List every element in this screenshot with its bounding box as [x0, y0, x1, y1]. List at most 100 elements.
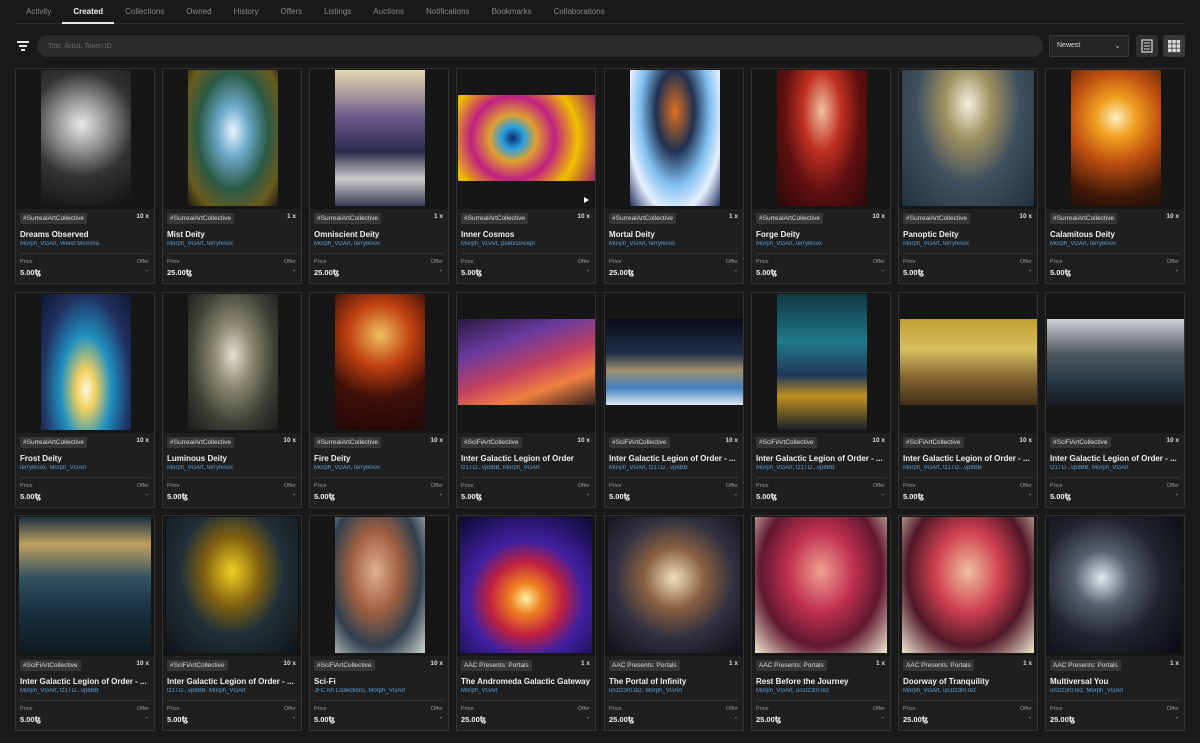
- token-card[interactable]: AAC Presents: Portals 1 x Multiversal You u…: [1045, 515, 1185, 731]
- collection-tag[interactable]: AAC Presents: Portals: [609, 660, 680, 671]
- token-title[interactable]: Inter Galactic Legion of Order - ...: [167, 677, 299, 686]
- token-artwork[interactable]: [899, 516, 1037, 656]
- token-artwork[interactable]: [457, 69, 595, 209]
- token-artwork[interactable]: [310, 516, 448, 656]
- token-card[interactable]: #SciFiArtCollective 10 x Inter Galactic Le…: [751, 292, 891, 508]
- token-card[interactable]: #SurrealArtCollective 10 x Panoptic Deity M…: [898, 68, 1038, 284]
- artist-links[interactable]: Morph_VGArt: [461, 688, 593, 694]
- token-card[interactable]: AAC Presents: Portals 1 x The Andromeda Ga…: [456, 515, 596, 731]
- artist-links[interactable]: un1tz3r0.tez, Morph_VGArt: [1050, 688, 1182, 694]
- collection-tag[interactable]: #SurrealArtCollective: [903, 213, 971, 224]
- token-title[interactable]: Inter Galactic Legion of Order - ...: [20, 677, 152, 686]
- collection-tag[interactable]: AAC Presents: Portals: [461, 660, 532, 671]
- token-artwork[interactable]: [16, 293, 154, 433]
- artist-links[interactable]: Morph_VGArt, tz1TD...vp8BB: [903, 465, 1035, 471]
- artist-links[interactable]: tz1TD...vp8BB, Morph_VGArt: [167, 688, 299, 694]
- search-input[interactable]: [37, 35, 1043, 57]
- token-title[interactable]: Sci-Fi: [314, 677, 446, 686]
- token-title[interactable]: Forge Deity: [756, 230, 888, 239]
- token-card[interactable]: #SurrealArtCollective 10 x Dreams Observed…: [15, 68, 155, 284]
- filter-icon[interactable]: [16, 39, 30, 53]
- token-artwork[interactable]: [899, 293, 1037, 433]
- token-artwork[interactable]: [1046, 293, 1184, 433]
- token-card[interactable]: #SurrealArtCollective 10 x Calamitous Deit…: [1045, 68, 1185, 284]
- token-artwork[interactable]: [310, 69, 448, 209]
- artist-links[interactable]: Morph_VGArt, terrylknox: [167, 241, 299, 247]
- collection-tag[interactable]: AAC Presents: Portals: [756, 660, 827, 671]
- artist-links[interactable]: un1tz3r0.tez, Morph_VGArt: [609, 688, 741, 694]
- token-title[interactable]: Mist Deity: [167, 230, 299, 239]
- collection-tag[interactable]: #SciFiArtCollective: [756, 437, 817, 448]
- token-artwork[interactable]: [16, 516, 154, 656]
- token-card[interactable]: #SurrealArtCollective 1 x Omniscient Deity…: [309, 68, 449, 284]
- tab-history[interactable]: History: [223, 0, 270, 24]
- token-artwork[interactable]: [752, 516, 890, 656]
- token-artwork[interactable]: [605, 293, 743, 433]
- token-card[interactable]: #SciFiArtCollective 10 x Inter Galactic Le…: [604, 292, 744, 508]
- token-card[interactable]: #SurrealArtCollective 10 x Luminous Deity M…: [162, 292, 302, 508]
- artist-links[interactable]: Morph_VGArt, terrylknox: [314, 241, 446, 247]
- collection-tag[interactable]: #SciFiArtCollective: [903, 437, 964, 448]
- collection-tag[interactable]: #SciFiArtCollective: [167, 660, 228, 671]
- collection-tag[interactable]: #SurrealArtCollective: [314, 213, 382, 224]
- sort-dropdown[interactable]: Newest ⌄: [1049, 35, 1129, 57]
- token-artwork[interactable]: [605, 516, 743, 656]
- token-artwork[interactable]: [899, 69, 1037, 209]
- token-title[interactable]: Omniscient Deity: [314, 230, 446, 239]
- token-artwork[interactable]: [457, 293, 595, 433]
- token-artwork[interactable]: [457, 516, 595, 656]
- token-artwork[interactable]: [163, 516, 301, 656]
- tab-auctions[interactable]: Auctions: [362, 0, 415, 24]
- token-title[interactable]: Frost Deity: [20, 454, 152, 463]
- artist-links[interactable]: Morph_VGArt, poeticoncept: [461, 241, 593, 247]
- collection-tag[interactable]: #SciFiArtCollective: [314, 660, 375, 671]
- collection-tag[interactable]: #SciFiArtCollective: [461, 437, 522, 448]
- token-card[interactable]: #SurrealArtCollective 1 x Mist Deity Morph_…: [162, 68, 302, 284]
- collection-tag[interactable]: AAC Presents: Portals: [903, 660, 974, 671]
- token-title[interactable]: Fire Deity: [314, 454, 446, 463]
- artist-links[interactable]: Morph_VGArt, terrylknox: [167, 465, 299, 471]
- collection-tag[interactable]: #SurrealArtCollective: [20, 213, 88, 224]
- token-title[interactable]: Mortal Deity: [609, 230, 741, 239]
- token-title[interactable]: Calamitous Deity: [1050, 230, 1182, 239]
- token-card[interactable]: #SciFiArtCollective 10 x Inter Galactic Le…: [456, 292, 596, 508]
- token-card[interactable]: AAC Presents: Portals 1 x Rest Before the …: [751, 515, 891, 731]
- artist-links[interactable]: JFC Art Collections, Morph_VGArt: [314, 688, 446, 694]
- collection-tag[interactable]: #SurrealArtCollective: [167, 437, 235, 448]
- token-card[interactable]: #SciFiArtCollective 10 x Inter Galactic Le…: [162, 515, 302, 731]
- token-title[interactable]: Dreams Observed: [20, 230, 152, 239]
- token-title[interactable]: Multiversal You: [1050, 677, 1182, 686]
- collection-tag[interactable]: #SciFiArtCollective: [609, 437, 670, 448]
- collection-tag[interactable]: #SurrealArtCollective: [1050, 213, 1118, 224]
- artist-links[interactable]: Morph_VGArt, terrylknox: [756, 241, 888, 247]
- collection-tag[interactable]: #SurrealArtCollective: [461, 213, 529, 224]
- artist-links[interactable]: Morph_VGArt, terrylknox: [903, 241, 1035, 247]
- tab-bookmarks[interactable]: Bookmarks: [481, 0, 543, 24]
- tab-created[interactable]: Created: [62, 0, 115, 24]
- token-card[interactable]: #SurrealArtCollective 10 x Forge Deity Morp…: [751, 68, 891, 284]
- artist-links[interactable]: Morph_VGArt, terrylknox: [609, 241, 741, 247]
- tab-notifications[interactable]: Notifications: [415, 0, 481, 24]
- collection-tag[interactable]: AAC Presents: Portals: [1050, 660, 1121, 671]
- token-title[interactable]: Panoptic Deity: [903, 230, 1035, 239]
- token-card[interactable]: #SciFiArtCollective 10 x Inter Galactic Le…: [898, 292, 1038, 508]
- token-card[interactable]: #SurrealArtCollective 10 x Frost Deity terr…: [15, 292, 155, 508]
- token-artwork[interactable]: [310, 293, 448, 433]
- token-artwork[interactable]: [752, 69, 890, 209]
- tab-activity[interactable]: Activity: [16, 0, 62, 24]
- token-card[interactable]: #SurrealArtCollective 1 x Mortal Deity Morp…: [604, 68, 744, 284]
- artist-links[interactable]: tz1TD...vp8BB, Morph_VGArt: [1050, 465, 1182, 471]
- token-artwork[interactable]: [605, 69, 743, 209]
- token-title[interactable]: Inter Galactic Legion of Order - ...: [609, 454, 741, 463]
- token-card[interactable]: AAC Presents: Portals 1 x The Portal of In…: [604, 515, 744, 731]
- tab-collaborations[interactable]: Collaborations: [543, 0, 616, 24]
- token-artwork[interactable]: [1046, 69, 1184, 209]
- collection-tag[interactable]: #SciFiArtCollective: [1050, 437, 1111, 448]
- token-title[interactable]: Luminous Deity: [167, 454, 299, 463]
- token-title[interactable]: Inter Galactic Legion of Order - ...: [756, 454, 888, 463]
- token-card[interactable]: #SciFiArtCollective 10 x Inter Galactic Le…: [15, 515, 155, 731]
- artist-links[interactable]: Morph_VGArt, tz1TD...vp8BB: [756, 465, 888, 471]
- token-card[interactable]: #SurrealArtCollective 10 x Inner Cosmos Mor…: [456, 68, 596, 284]
- grid-view-button[interactable]: [1163, 35, 1185, 57]
- token-title[interactable]: Inter Galactic Legion of Order: [461, 454, 593, 463]
